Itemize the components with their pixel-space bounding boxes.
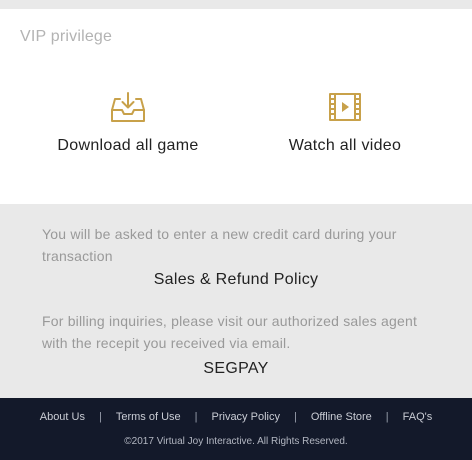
footer-separator: | xyxy=(385,411,389,423)
feature-label: Download all game xyxy=(57,137,199,154)
offline-store-link[interactable]: Offline Store xyxy=(311,411,372,423)
footer-separator: | xyxy=(194,411,198,423)
segpay-link[interactable]: SEGPAY xyxy=(0,360,472,378)
feature-label: Watch all video xyxy=(288,137,402,154)
footer-nav: About Us | Terms of Use | Privacy Policy… xyxy=(0,411,472,423)
download-all-game-feature: Download all game xyxy=(28,91,228,155)
billing-info-section: You will be asked to enter a new credit … xyxy=(0,204,472,398)
sales-refund-policy-link[interactable]: Sales & Refund Policy xyxy=(0,271,472,289)
copyright-text: ©2017 Virtual Joy Interactive. All Right… xyxy=(124,436,348,447)
about-us-link[interactable]: About Us xyxy=(40,411,85,423)
billing-inquiry-note: For billing inquiries, please visit our … xyxy=(42,313,418,351)
vip-privilege-section: VIP privilege Download all game Watch al… xyxy=(0,9,472,204)
download-tray-icon xyxy=(111,92,145,122)
terms-of-use-link[interactable]: Terms of Use xyxy=(116,411,181,423)
top-spacer xyxy=(0,0,472,9)
watch-all-video-feature: Watch all video xyxy=(245,91,445,155)
credit-card-note: You will be asked to enter a new credit … xyxy=(42,226,397,264)
footer-separator: | xyxy=(293,411,297,423)
faq-link[interactable]: FAQ's xyxy=(403,411,433,423)
video-film-icon xyxy=(329,93,361,121)
footer-separator: | xyxy=(98,411,102,423)
privacy-policy-link[interactable]: Privacy Policy xyxy=(212,411,280,423)
site-footer: About Us | Terms of Use | Privacy Policy… xyxy=(0,398,472,460)
section-title: VIP privilege xyxy=(20,28,113,45)
